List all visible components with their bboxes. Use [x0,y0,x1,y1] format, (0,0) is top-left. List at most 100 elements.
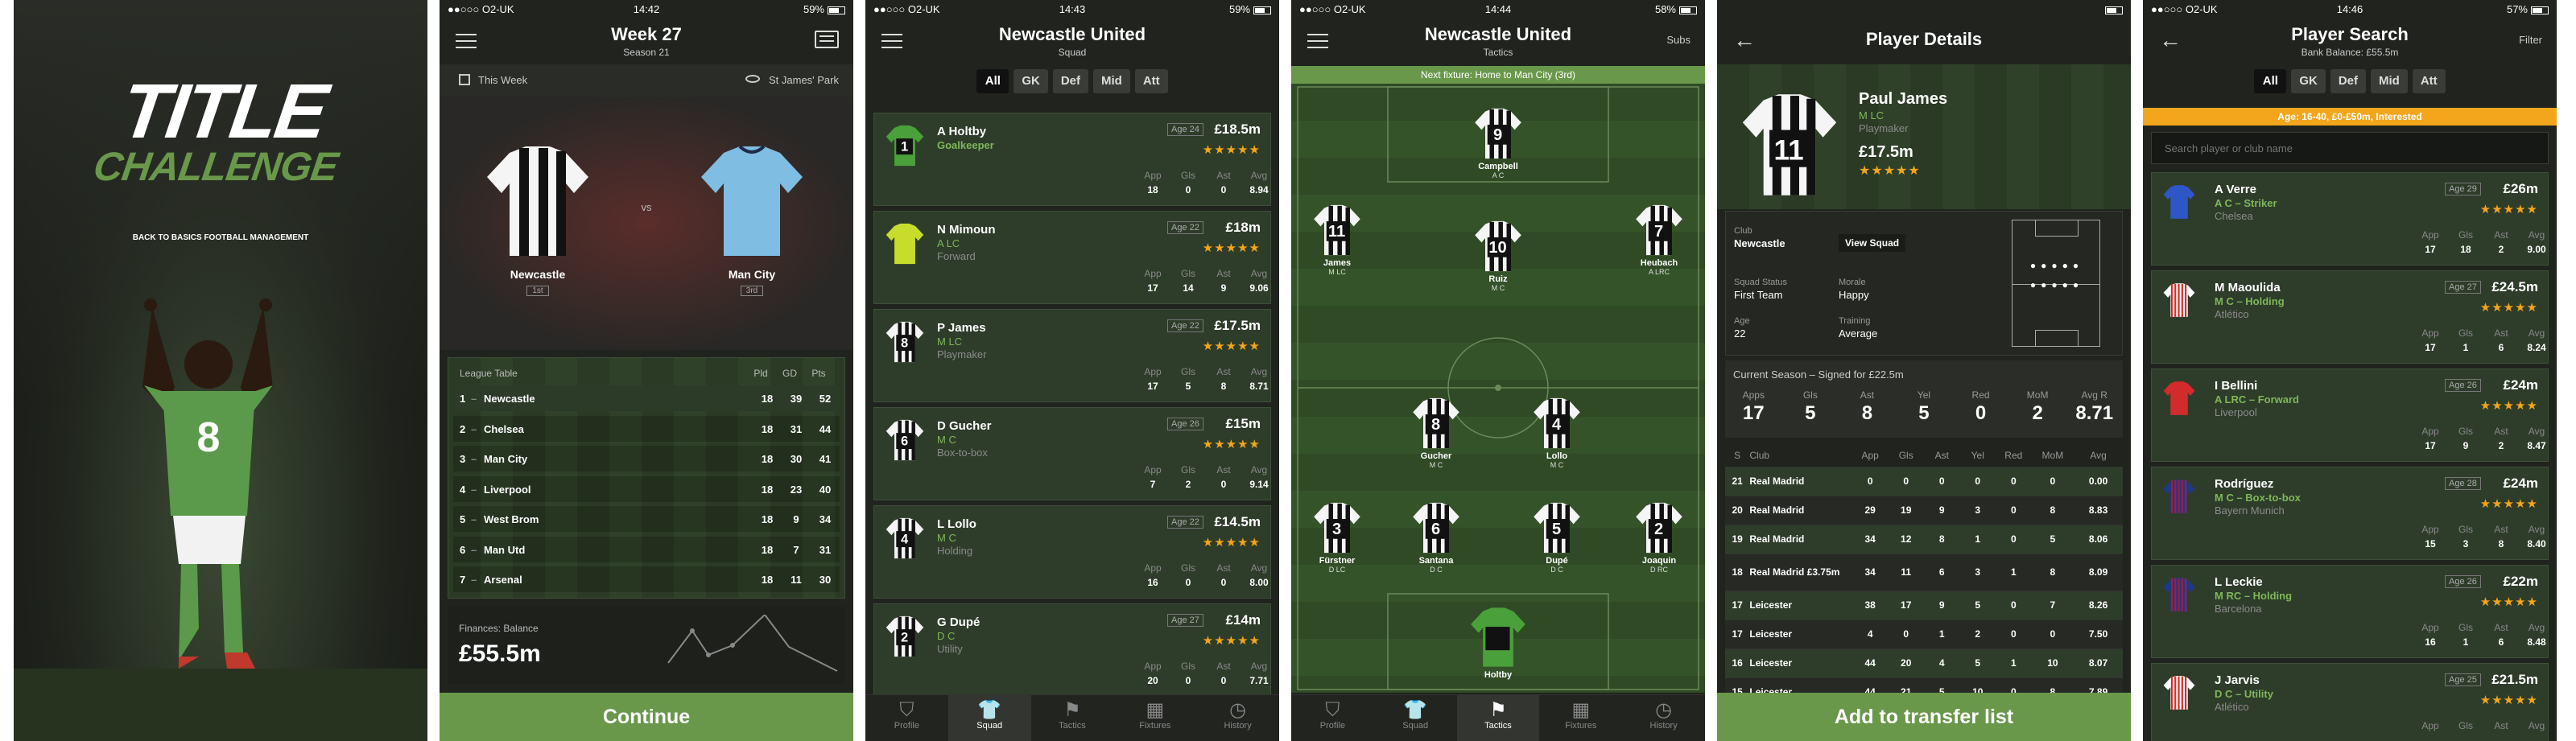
player-pos: M C [937,532,956,544]
add-to-transfer-list-button[interactable]: Add to transfer list [1717,693,2131,741]
player-pos: D RC [1650,566,1668,574]
search-result-row[interactable]: L Leckie M RC – Holding Barcelona Age 26 £22… [2151,565,2549,658]
search-result-row[interactable]: A Verre A C – Striker Chelsea Age 29 £26m ★★★… [2151,172,2549,266]
league-row[interactable]: 2– Chelsea 18 31 44 [453,415,840,442]
tab-fixtures[interactable]: ▦ Fixtures [1113,695,1196,741]
season-stat-value: 5 [1918,402,1930,424]
tab-profile[interactable]: ⛉ Profile [865,695,948,741]
league-row[interactable]: 6– Man Utd 18 7 31 [453,536,840,562]
player-kit-icon: 6 [1400,502,1472,558]
player-value: £14.5m [1214,514,1261,529]
menu-icon[interactable] [881,34,902,48]
filter-gk[interactable]: GK [2291,69,2326,93]
filter-all[interactable]: All [2254,69,2287,93]
search-result-row[interactable]: I Bellini A LRC – Forward Liverpool Age 26 £… [2151,368,2549,462]
filter-button[interactable]: Filter [2519,34,2542,46]
player-role: Playmaker [937,348,987,360]
inbox-icon[interactable] [815,31,839,48]
tab-tactics[interactable]: ⚑ Tactics [1456,695,1540,741]
tactics-player[interactable]: 8 Gucher M C [1400,397,1472,469]
squad-player-row[interactable]: 1 A Holtby Goalkeeper Age 24 £18.5m ★★★★★ App 1… [873,113,1271,206]
history-cell: 1 [2010,657,2017,669]
player-stars: ★★★★★ [2479,497,2538,511]
league-dash: – [471,574,477,586]
stat-label: Avg [1250,170,1268,181]
season-stat-value: 17 [1742,402,1765,424]
search-result-row[interactable]: Rodríguez M C – Box-to-box Bayern Munich Ag… [2151,467,2549,560]
tactics-player[interactable]: 2 Joaquin D RC [1623,502,1695,574]
filter-all[interactable]: All [976,69,1009,93]
tab-fixtures[interactable]: ▦ Fixtures [1539,695,1622,741]
filter-att[interactable]: Att [2412,69,2446,93]
history-cell: 7 [2050,599,2056,611]
svg-text:7: 7 [1654,223,1663,241]
filter-gk[interactable]: GK [1013,69,1048,93]
tactics-player[interactable]: 5 Dupé D C [1521,502,1593,574]
history-cell: 9 [1938,504,1945,516]
menu-icon[interactable] [456,34,477,48]
squad-player-row[interactable]: 6 D Gucher M C Box-to-box Age 26 £15m ★★★★★ App… [873,407,1271,500]
search-result-row[interactable]: M Maoulida M C – Holding Atlético Age 27 £24… [2151,270,2549,364]
search-result-row[interactable]: J Jarvis D C – Utility Atlético Age 25 £21.5… [2151,663,2549,741]
league-dash: – [471,422,477,435]
tab-history[interactable]: ◷ History [1622,695,1705,741]
player-kit-icon: 8 [1400,397,1472,453]
menu-icon[interactable] [1307,34,1328,48]
stat-value: 14 [1183,282,1194,294]
tactics-player[interactable]: Holtby [1462,607,1534,680]
tab-tactics[interactable]: ⚑ Tactics [1031,695,1114,741]
stat-value: 9.14 [1249,479,1269,490]
filter-mid[interactable]: Mid [2371,69,2408,93]
age-badge: Age 22 [1167,221,1203,234]
filter-att[interactable]: Att [1134,69,1168,93]
filter-def[interactable]: Def [2330,69,2366,93]
stat-label: Gls [2458,426,2473,437]
tab-history[interactable]: ◷ History [1196,695,1279,741]
tactics-player[interactable]: 6 Santana D C [1400,502,1472,574]
league-row[interactable]: 4– Liverpool 18 23 40 [453,475,840,502]
tactics-player[interactable]: 4 Lollo M C [1521,397,1593,469]
league-stat: 23 [790,483,803,496]
league-row[interactable]: 1– Newcastle 18 39 52 [453,385,840,411]
tactics-player[interactable]: 11 James M LC [1301,204,1373,276]
view-squad-button[interactable]: View Squad [1839,234,1906,252]
tab-profile[interactable]: ⛉ Profile [1291,695,1374,741]
tab-squad[interactable]: 👕 Squad [947,695,1031,741]
back-arrow-icon[interactable]: ← [1733,27,1756,53]
subs-button[interactable]: Subs [1666,34,1690,46]
tactics-player[interactable]: 3 Fürstner D LC [1301,502,1373,574]
continue-button[interactable]: Continue [440,693,853,741]
balance-value: £55.5m [459,640,541,667]
league-dash: – [471,453,477,465]
squad-player-row[interactable]: N Mimoun A LC Forward Age 22 £18m ★★★★★ App 17 G… [873,211,1271,304]
stat-label: Avg [2528,524,2545,535]
tactics-player[interactable]: 9 Campbell A C [1462,108,1534,179]
league-stat: 31 [790,422,803,435]
back-arrow-icon[interactable]: ← [2159,27,2182,53]
history-cell: 2 [1975,628,1981,640]
league-row[interactable]: 5– West Brom 18 9 34 [453,506,840,532]
stat-label: Gls [1181,268,1195,279]
history-cell: 0 [2010,504,2017,516]
squad-player-row[interactable]: 8 P James M LC Playmaker Age 22 £17.5m ★★★★★ Ap… [873,309,1271,402]
tab-squad[interactable]: 👕 Squad [1374,695,1457,741]
league-rank: 5 [460,513,466,525]
filter-def[interactable]: Def [1052,69,1088,93]
stat-value: 8 [2498,538,2504,550]
svg-text:9: 9 [1493,126,1502,144]
tactics-player[interactable]: 7 Heubach A LRC [1623,204,1695,276]
morale: Happy [1839,289,1869,301]
season-stat-label: Yel [1917,389,1931,401]
player-name: Gucher [1420,451,1452,461]
filter-mid[interactable]: Mid [1093,69,1130,93]
tab-label: Tactics [1059,721,1086,731]
league-row[interactable]: 3– Man City 18 30 41 [453,446,840,471]
league-row[interactable]: 7– Arsenal 18 11 30 [453,566,840,592]
player-kit-icon: 7 [1623,204,1695,260]
search-input[interactable] [2152,133,2548,163]
squad-icon: 👕 [977,699,1002,721]
tactics-player[interactable]: 10 Ruiz M C [1462,220,1534,292]
squad-player-row[interactable]: 4 L Lollo M C Holding Age 22 £14.5m ★★★★★ App 16… [873,505,1271,599]
squad-player-row[interactable]: 2 G Dupé D C Utility Age 27 £14m ★★★★★ App 20 Gls… [873,603,1271,697]
season-stat-label: Ast [1860,389,1875,401]
